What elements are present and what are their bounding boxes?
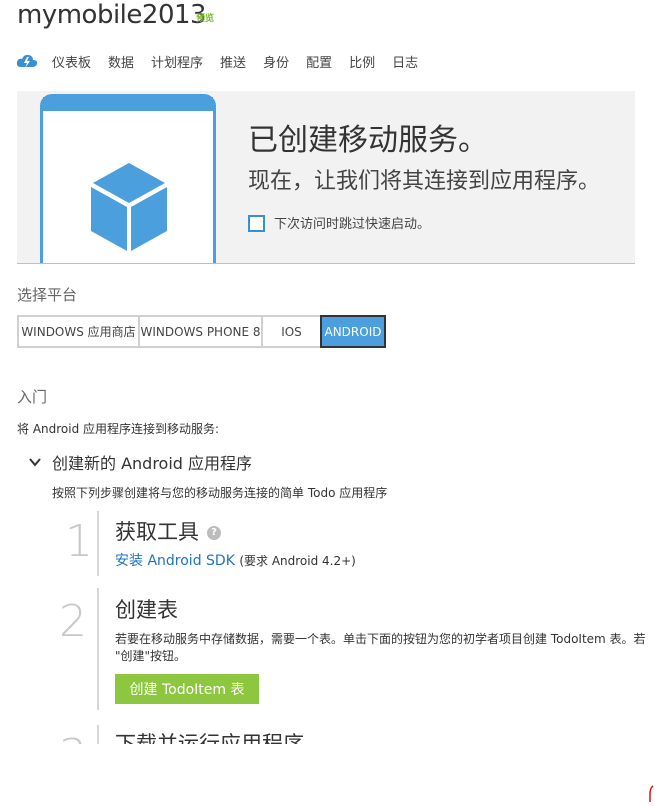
cube-icon [91,163,167,251]
section-title: 创建新的 Android 应用程序 [52,454,253,473]
nav-configure[interactable]: 配置 [306,52,332,71]
nav-dashboard[interactable]: 仪表板 [52,52,91,71]
skip-quickstart-label[interactable]: 下次访问时跳过快速启动。 [274,213,430,232]
skip-quickstart-checkbox[interactable] [248,215,265,232]
step-2-desc-line-2: "创建"按钮。 [115,649,187,663]
connect-text: 将 Android 应用程序连接到移动服务: [17,422,220,436]
step-2-number: 2 [59,596,87,647]
tab-ios[interactable]: IOS [261,315,322,348]
chevron-down-icon [29,458,41,467]
step-1-number: 1 [65,516,93,567]
preview-badge: 预览 [196,14,215,24]
tab-windows-phone-8[interactable]: WINDOWS PHONE 8 [138,315,263,348]
step-2-desc-line-1: 若要在移动服务中存储数据，需要一个表。单击下面的按钮为您的初学者项目创建 Tod… [115,632,646,646]
tab-windows-store[interactable]: WINDOWS 应用商店 [17,315,140,348]
install-sdk-row: 安装 Android SDK (要求 Android 4.2+) [115,550,356,570]
quickstart-banner: 已创建移动服务。 现在，让我们将其连接到应用程序。 下次访问时跳过快速启动。 [17,91,635,264]
banner-heading: 已创建移动服务。 [248,123,488,158]
help-icon[interactable]: ? [207,526,221,540]
step-2-divider [97,588,99,710]
create-new-app-toggle[interactable]: 创建新的 Android 应用程序 [28,450,252,474]
nav-logs[interactable]: 日志 [392,52,418,71]
nav-scale[interactable]: 比例 [349,52,375,71]
platform-label: 选择平台 [17,286,78,304]
cloud-lightning-icon[interactable] [16,53,38,69]
nav-push[interactable]: 推送 [220,52,246,71]
section-description: 按照下列步骤创建将与您的移动服务连接的简单 Todo 应用程序 [52,486,388,500]
banner-subheading: 现在，让我们将其连接到应用程序。 [248,169,601,194]
nav-identity[interactable]: 身份 [263,52,289,71]
step-2-title: 创建表 [115,598,178,622]
step-3-title: 下载并运行应用程序 [115,732,304,744]
platform-tabs: WINDOWS 应用商店 WINDOWS PHONE 8 IOS ANDROID [17,315,386,348]
step-1-divider [97,511,99,576]
step-3-number: 3 [59,730,87,744]
step-1-title-text: 获取工具 [115,520,199,544]
nav-scheduler[interactable]: 计划程序 [151,52,203,71]
top-nav: 仪表板 数据 计划程序 推送 身份 配置 比例 日志 [16,50,435,72]
sdk-requirement: (要求 Android 4.2+) [239,554,356,568]
app-title: mymobile2013 [17,0,207,30]
getting-started-label: 入门 [17,388,48,406]
corner-mark-icon [649,785,654,802]
tab-android[interactable]: ANDROID [320,315,386,348]
step-1-title: 获取工具? [115,516,221,546]
install-android-sdk-link[interactable]: 安装 Android SDK [115,553,235,569]
nav-data[interactable]: 数据 [108,52,134,71]
step-3-clipped: 3 下载并运行应用程序 [0,722,655,744]
step-2-description: 若要在移动服务中存储数据，需要一个表。单击下面的按钮为您的初学者项目创建 Tod… [115,631,655,665]
create-todoitem-table-button[interactable]: 创建 TodoItem 表 [115,674,259,704]
step-3-divider [97,725,99,744]
